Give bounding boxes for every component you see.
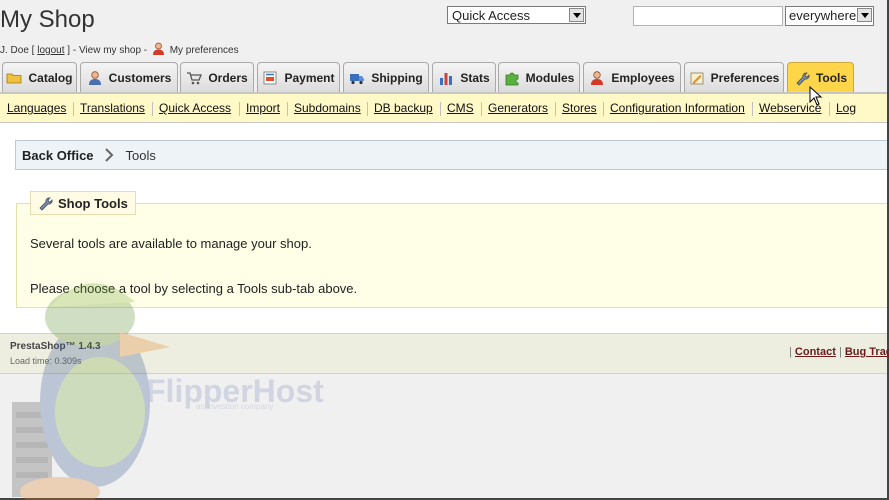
subtab-divider <box>555 102 556 116</box>
subtab-generators[interactable]: Generators <box>488 101 548 115</box>
tab-stats[interactable]: Stats <box>432 62 496 92</box>
tab-modules[interactable]: Modules <box>498 62 580 92</box>
search-input[interactable] <box>633 6 783 26</box>
truck-icon <box>350 73 365 84</box>
tab-label: Preferences <box>710 70 780 85</box>
subtab-cms[interactable]: CMS <box>447 101 474 115</box>
puzzle-icon <box>505 72 519 85</box>
subtab-divider <box>367 102 368 116</box>
chevron-down-icon <box>569 8 584 22</box>
subtab-divider <box>440 102 441 116</box>
user-line: J. Doe [ logout ] - View my shop - My pr… <box>0 42 239 56</box>
mouse-cursor-icon <box>809 86 823 106</box>
main-content: Back Office Tools Shop Tools Several too… <box>0 123 887 333</box>
subtab-divider <box>73 102 74 116</box>
subtab-divider <box>603 102 604 116</box>
shop-title: My Shop <box>0 6 95 33</box>
chevron-right-icon <box>104 148 113 162</box>
tab-label: Employees <box>611 70 675 85</box>
my-preferences-link[interactable]: My preferences <box>170 45 239 56</box>
quick-access-select[interactable]: Quick Access <box>447 6 586 24</box>
tab-preferences[interactable]: Preferences <box>684 62 784 92</box>
tab-customers[interactable]: Customers <box>80 62 178 92</box>
subtab-import[interactable]: Import <box>246 101 280 115</box>
search-scope-select[interactable]: everywhere <box>785 6 874 26</box>
tab-label: Stats <box>460 70 490 85</box>
tab-catalog[interactable]: Catalog <box>2 62 77 92</box>
bar-chart-icon <box>440 72 453 85</box>
tab-label: Catalog <box>28 70 73 85</box>
breadcrumb-current: Tools <box>125 147 156 163</box>
tab-shipping[interactable]: Shipping <box>343 62 429 92</box>
tab-label: Customers <box>108 70 172 85</box>
wrench-icon <box>39 197 53 211</box>
subtab-languages[interactable]: Languages <box>7 101 66 115</box>
subtab-subdomains[interactable]: Subdomains <box>294 101 361 115</box>
preferences-icon <box>690 72 704 84</box>
footer: PrestaShop™ 1.4.3 Load time: 0.309s | Co… <box>0 333 889 374</box>
tab-label: Orders <box>208 70 248 85</box>
subtab-log[interactable]: Log <box>836 101 856 115</box>
tab-label: Modules <box>525 70 575 85</box>
footer-links: | Contact | Bug Trac <box>789 346 889 358</box>
logout-link[interactable]: logout <box>37 45 64 56</box>
shop-tools-panel: Shop Tools Several tools are available t… <box>16 191 887 308</box>
tab-label: Payment <box>284 70 335 85</box>
cart-icon <box>187 71 203 84</box>
tab-payment[interactable]: Payment <box>257 62 340 92</box>
panel-title: Shop Tools <box>30 191 136 215</box>
panel-text-line2: Please choose a tool by selecting a Tool… <box>30 281 358 296</box>
subtab-divider <box>829 102 830 116</box>
subtab-divider <box>481 102 482 116</box>
search-scope-value: everywhere <box>789 8 857 23</box>
wrench-icon <box>796 72 810 86</box>
subtab-translations[interactable]: Translations <box>80 101 145 115</box>
subtab-configuration-information[interactable]: Configuration Information <box>610 101 745 115</box>
subtab-divider <box>152 102 153 116</box>
tab-label: Shipping <box>371 70 423 85</box>
breadcrumb-root[interactable]: Back Office <box>22 148 94 163</box>
bug-tracker-link[interactable]: Bug Trac <box>845 346 889 358</box>
panel-title-text: Shop Tools <box>58 195 128 211</box>
quick-access-value: Quick Access <box>452 8 531 23</box>
folder-icon <box>7 73 22 83</box>
subtab-quick-access[interactable]: Quick Access <box>159 101 231 115</box>
footer-sep: | <box>789 346 792 358</box>
view-shop-link[interactable]: ] - View my shop - <box>67 45 147 56</box>
prestashop-version: PrestaShop™ 1.4.3 <box>10 341 101 352</box>
user-preferences-icon <box>152 42 164 55</box>
subtab-divider <box>752 102 753 116</box>
main-tabs: Catalog Customers Orders Payment Shippin… <box>0 62 887 92</box>
tools-subtabs: Languages Translations Quick Access Impo… <box>0 92 887 123</box>
subtab-divider <box>239 102 240 116</box>
flipperhost-tagline: an investion company <box>196 402 274 411</box>
subtab-db-backup[interactable]: DB backup <box>374 101 433 115</box>
subtab-divider <box>287 102 288 116</box>
payment-icon <box>263 71 277 84</box>
load-time: Load time: 0.309s <box>10 356 82 366</box>
employee-icon <box>591 70 604 85</box>
subtab-stores[interactable]: Stores <box>562 101 597 115</box>
tab-label: Tools <box>815 70 848 85</box>
tab-orders[interactable]: Orders <box>180 62 254 92</box>
breadcrumb: Back Office Tools <box>15 140 887 170</box>
user-name: J. Doe [ <box>0 45 35 56</box>
contact-link[interactable]: Contact <box>795 346 836 358</box>
panel-text-line1: Several tools are available to manage yo… <box>30 236 312 251</box>
customer-icon <box>88 70 101 85</box>
tab-employees[interactable]: Employees <box>583 62 681 92</box>
chevron-down-icon <box>857 8 872 22</box>
footer-sep: | <box>838 346 842 358</box>
